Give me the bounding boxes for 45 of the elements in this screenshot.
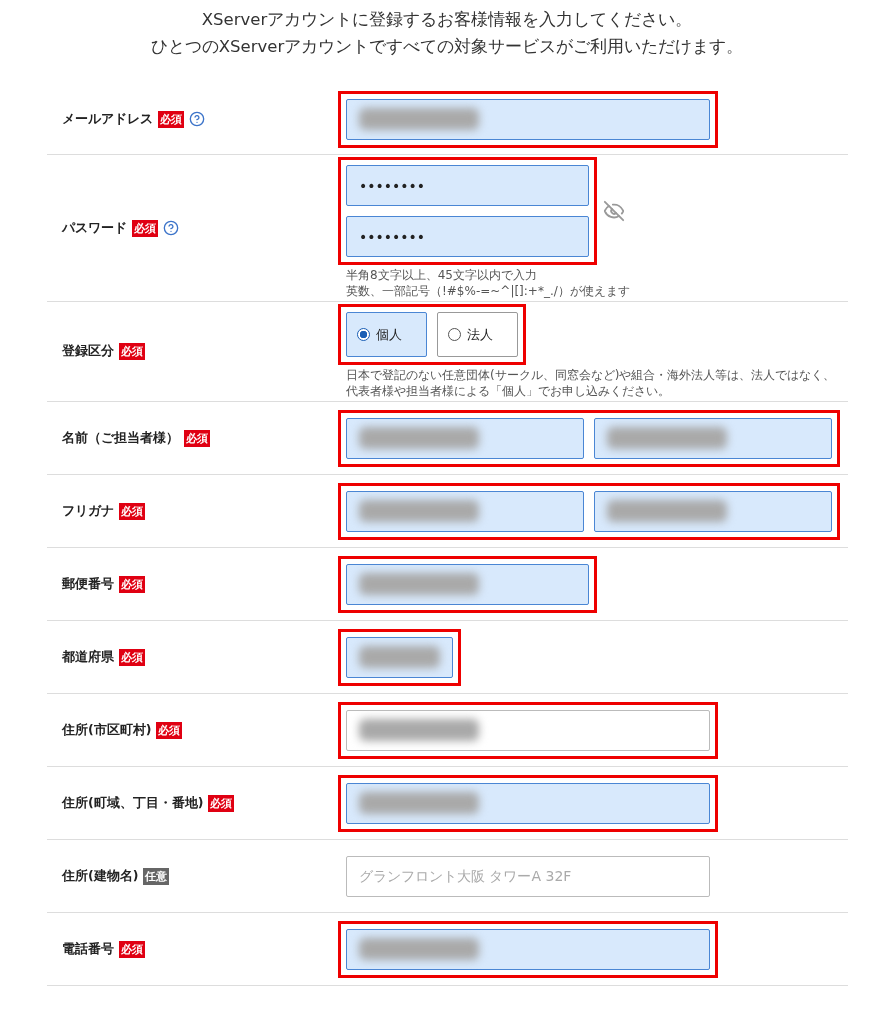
- required-badge: 必須: [158, 110, 184, 128]
- field-label: パスワード: [62, 219, 127, 237]
- field-label: フリガナ: [62, 502, 114, 520]
- input-field[interactable]: [346, 709, 710, 751]
- field-label: 住所(町域、丁目・番地): [62, 794, 204, 812]
- help-icon[interactable]: [163, 220, 179, 236]
- input-field[interactable]: [346, 417, 584, 459]
- input-field[interactable]: [346, 636, 453, 678]
- field-label: メールアドレス: [62, 110, 153, 128]
- password-field[interactable]: ••••••••: [346, 216, 589, 257]
- input-field[interactable]: [346, 490, 584, 532]
- radio-option[interactable]: 法人: [437, 312, 518, 357]
- required-badge: 必須: [156, 721, 183, 739]
- required-badge: 必須: [119, 502, 145, 520]
- input-field[interactable]: [594, 490, 832, 532]
- hint-text: 英数、一部記号（!#$%-=~^|[]:+*_./）が使えます: [346, 283, 630, 299]
- required-badge: 必須: [119, 648, 145, 666]
- input-field[interactable]: [346, 563, 589, 605]
- field-label: 郵便番号: [62, 575, 114, 593]
- radio-option[interactable]: 個人: [346, 312, 427, 357]
- optional-badge: 任意: [143, 867, 170, 885]
- field-label: 登録区分: [62, 343, 114, 360]
- help-icon[interactable]: [189, 111, 205, 127]
- eye-off-icon[interactable]: [603, 200, 625, 222]
- required-badge: 必須: [119, 940, 145, 958]
- field-label: 名前（ご担当者様）: [62, 429, 179, 447]
- required-badge: 必須: [208, 794, 235, 812]
- required-badge: 必須: [119, 343, 145, 360]
- field-label: 住所(市区町村): [62, 721, 152, 739]
- input-field[interactable]: [594, 417, 832, 459]
- required-badge: 必須: [132, 219, 158, 237]
- password-field[interactable]: ••••••••: [346, 165, 589, 206]
- hint-text: 半角8文字以上、45文字以内で入力: [346, 267, 538, 283]
- input-field[interactable]: [346, 928, 710, 970]
- required-badge: 必須: [119, 575, 145, 593]
- input-field[interactable]: [346, 782, 710, 824]
- field-label: 住所(建物名): [62, 867, 139, 885]
- field-label: 電話番号: [62, 940, 114, 958]
- intro-text: XServerアカウントに登録するお客様情報を入力してください。: [201, 9, 693, 31]
- required-badge: 必須: [184, 429, 210, 447]
- field-label: 都道府県: [62, 648, 114, 666]
- intro-text: ひとつのXServerアカウントですべての対象サービスがご利用いただけます。: [150, 36, 744, 58]
- input-field[interactable]: グランフロント大阪 タワーA 32F: [346, 855, 710, 897]
- hint-text: 日本で登記のない任意団体(サークル、同窓会など)や組合・海外法人等は、法人ではなく、代表者様や担当者様による「個人」でお申し込みください。: [346, 367, 837, 399]
- input-field[interactable]: [346, 98, 710, 140]
